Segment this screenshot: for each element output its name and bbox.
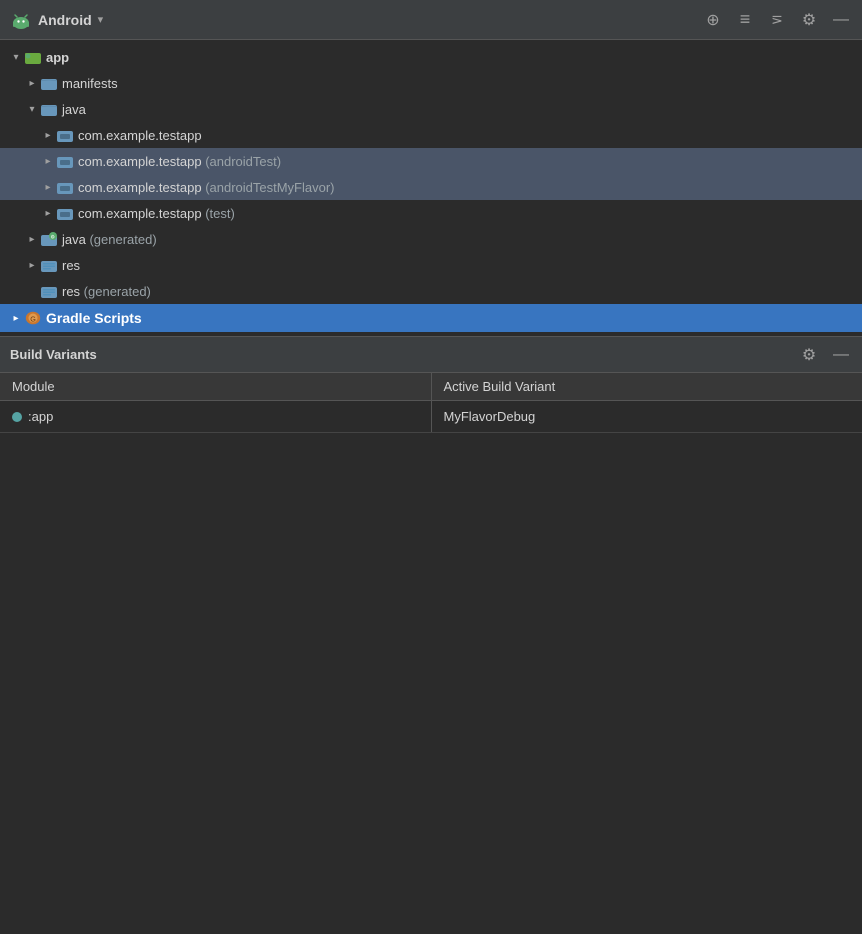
gradle-scripts-label: Gradle Scripts <box>46 310 142 326</box>
java-gen-suffix: (generated) <box>86 232 157 247</box>
app-label: app <box>46 50 69 65</box>
java-folder-icon <box>40 100 58 118</box>
pkg3-label: com.example.testapp <box>78 180 202 195</box>
build-variants-actions: ⚙ — <box>798 344 852 366</box>
java-gen-folder-icon: ⚙ <box>40 230 58 248</box>
gradle-folder-icon: G <box>24 309 42 327</box>
svg-text:G: G <box>30 315 36 324</box>
settings-button[interactable]: ⚙ <box>798 9 820 31</box>
tree-arrow-app: ▾ <box>8 52 24 63</box>
build-variants-table: Module Active Build Variant :app MyFlavo… <box>0 373 862 433</box>
res-gen-suffix: (generated) <box>80 284 151 299</box>
svg-text:⚙: ⚙ <box>51 235 56 241</box>
dropdown-chevron-icon[interactable]: ▾ <box>98 13 104 26</box>
module-cell: :app <box>0 401 431 433</box>
tree-item-pkg4[interactable]: ▸ com.example.testapp (test) <box>0 200 862 226</box>
tree-item-java[interactable]: ▾ java <box>0 96 862 122</box>
tree-arrow-pkg3: ▸ <box>40 182 56 193</box>
tree-item-pkg1[interactable]: ▸ com.example.testapp <box>0 122 862 148</box>
build-variants-title: Build Variants <box>10 347 798 362</box>
tree-item-manifests[interactable]: ▸ manifests <box>0 70 862 96</box>
res-gen-label: res <box>62 284 80 299</box>
res-folder-icon <box>40 256 58 274</box>
tree-arrow-gradle: ▸ <box>8 313 24 324</box>
tree-item-res[interactable]: ▸ res <box>0 252 862 278</box>
col-module-header: Module <box>0 373 431 401</box>
tree-arrow-pkg4: ▸ <box>40 208 56 219</box>
module-name: :app <box>28 409 53 424</box>
tree-arrow-res: ▸ <box>24 260 40 271</box>
module-dot-icon <box>12 412 22 422</box>
tree-arrow-manifests: ▸ <box>24 78 40 89</box>
tree-arrow-java-gen: ▸ <box>24 234 40 245</box>
add-button[interactable]: ⊕ <box>702 9 724 31</box>
col-variant-header: Active Build Variant <box>431 373 862 401</box>
tree-item-res-gen[interactable]: ▸ res (generated) <box>0 278 862 304</box>
toolbar-left: Android ▾ <box>10 9 702 31</box>
pkg3-folder-icon <box>56 178 74 196</box>
toolbar: Android ▾ ⊕ ≡ ⋝ ⚙ — <box>0 0 862 40</box>
minimize-button[interactable]: — <box>830 9 852 31</box>
java-gen-label: java <box>62 232 86 247</box>
tree-arrow-pkg1: ▸ <box>40 130 56 141</box>
android-icon <box>10 9 32 31</box>
build-variants-header: Build Variants ⚙ — <box>0 337 862 373</box>
tree-arrow-pkg2: ▸ <box>40 156 56 167</box>
table-row[interactable]: :app MyFlavorDebug <box>0 401 862 433</box>
tree-item-java-gen[interactable]: ▸ ⚙ java (generated) <box>0 226 862 252</box>
pkg2-label: com.example.testapp <box>78 154 202 169</box>
pkg4-label: com.example.testapp <box>78 206 202 221</box>
bv-settings-button[interactable]: ⚙ <box>798 344 820 366</box>
filter2-button[interactable]: ⋝ <box>766 9 788 31</box>
pkg2-folder-icon <box>56 152 74 170</box>
variant-cell[interactable]: MyFlavorDebug <box>431 401 862 433</box>
pkg3-suffix: (androidTestMyFlavor) <box>202 180 335 195</box>
tree-item-gradle-scripts[interactable]: ▸ G Gradle Scripts <box>0 304 862 332</box>
app-folder-icon <box>24 48 42 66</box>
filter-button[interactable]: ≡ <box>734 9 756 31</box>
pkg2-suffix: (androidTest) <box>202 154 281 169</box>
toolbar-title: Android <box>38 12 92 28</box>
tree-item-app[interactable]: ▾ app <box>0 44 862 70</box>
bv-minimize-button[interactable]: — <box>830 344 852 366</box>
tree-item-pkg2[interactable]: ▸ com.example.testapp (androidTest) <box>0 148 862 174</box>
java-label: java <box>62 102 86 117</box>
pkg4-folder-icon <box>56 204 74 222</box>
toolbar-actions: ⊕ ≡ ⋝ ⚙ — <box>702 9 852 31</box>
table-header-row: Module Active Build Variant <box>0 373 862 401</box>
manifests-folder-icon <box>40 74 58 92</box>
variant-value: MyFlavorDebug <box>444 409 536 424</box>
tree-arrow-java: ▾ <box>24 104 40 115</box>
res-gen-folder-icon <box>40 282 58 300</box>
tree-item-pkg3[interactable]: ▸ com.example.testapp (androidTestMyFlav… <box>0 174 862 200</box>
file-tree: ▾ app ▸ manifests ▾ java ▸ com.example.t… <box>0 40 862 336</box>
pkg1-label: com.example.testapp <box>78 128 202 143</box>
pkg1-folder-icon <box>56 126 74 144</box>
manifests-label: manifests <box>62 76 118 91</box>
res-label: res <box>62 258 80 273</box>
pkg4-suffix: (test) <box>202 206 235 221</box>
build-variants-panel: Build Variants ⚙ — Module Active Build V… <box>0 336 862 433</box>
